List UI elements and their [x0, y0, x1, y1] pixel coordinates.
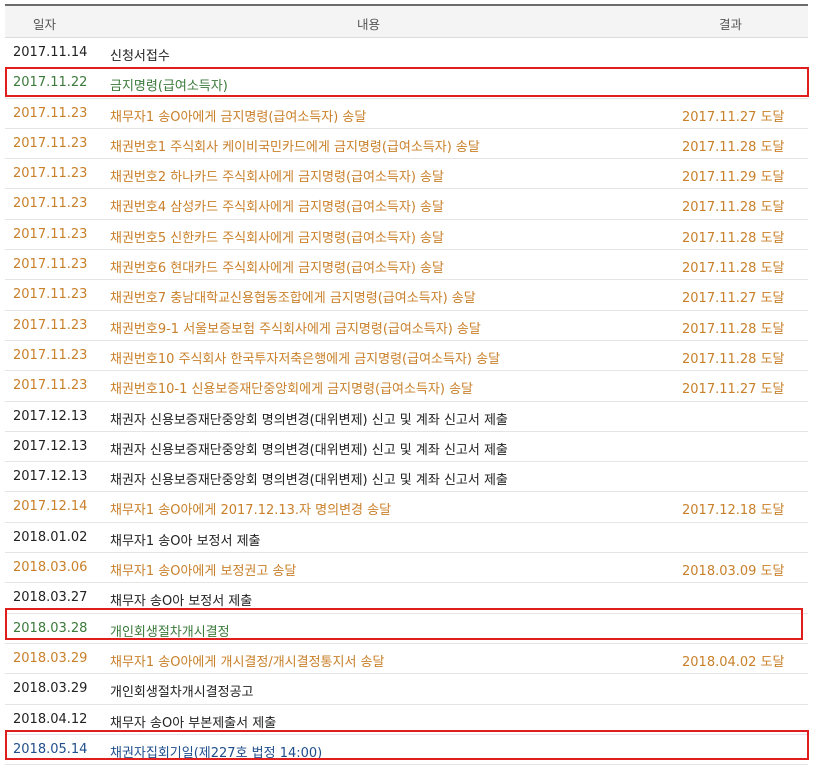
- table-row: 2017.11.23 채권번호6 현대카드 주식회사에게 금지명령(급여소득자) …: [5, 250, 808, 281]
- row-content: 채무자1 송O아에게 금지명령(급여소득자) 송달: [110, 109, 367, 125]
- table-row: 2018.03.29 채무자1 송O아에게 개시결정/개시결정통지서 송달 2018…: [5, 644, 808, 675]
- row-content: 채권자 신용보증재단중앙회 명의변경(대위변제) 신고 및 계좌 신고서 제출: [110, 442, 508, 458]
- header-content: 내용: [357, 17, 381, 32]
- row-result: 2017.11.27 도달: [682, 291, 785, 307]
- table-row: 2018.03.28 개인회생절차개시결정: [5, 614, 808, 644]
- row-date: 2017.11.22: [13, 75, 88, 91]
- row-content: 신청서접수: [110, 49, 170, 64]
- row-content: 채무자1 송O아에게 보정권고 송달: [110, 564, 297, 580]
- table-row: 2017.11.23 채권번호1 주식회사 케이비국민카드에게 금지명령(급여소득…: [5, 129, 808, 160]
- table-row: 2017.11.14 신청서접수: [5, 38, 808, 69]
- row-date: 2017.11.23: [13, 105, 88, 121]
- table-header: 일자 내용 결과: [5, 6, 808, 38]
- row-date: 2017.11.23: [13, 135, 88, 151]
- row-content: 채권자 신용보증재단중앙회 명의변경(대위변제) 신고 및 계좌 신고서 제출: [110, 412, 508, 428]
- table-row: 2018.03.06 채무자1 송O아에게 보정권고 송달 2018.03.09 도…: [5, 553, 808, 584]
- row-date: 2017.11.23: [13, 378, 88, 394]
- row-content: 채무자1 송O아에게 2017.12.13.자 명의변경 송달: [110, 503, 392, 519]
- table-row: 2018.03.27 채무자 송O아 보정서 제출: [5, 583, 808, 614]
- row-result: 2017.11.27 도달: [682, 109, 785, 125]
- row-content: 금지명령(급여소득자): [110, 79, 228, 95]
- row-content: 채권번호1 주식회사 케이비국민카드에게 금지명령(급여소득자) 송달: [110, 139, 480, 155]
- row-content: 채권번호4 삼성카드 주식회사에게 금지명령(급여소득자) 송달: [110, 200, 444, 216]
- table-row: 2017.11.23 채권번호2 하나카드 주식회사에게 금지명령(급여소득자) …: [5, 159, 808, 190]
- table-row: 2017.11.23 채권번호10-1 신용보증재단중앙회에게 금지명령(급여소득…: [5, 371, 808, 402]
- table-row: 2017.11.23 채권번호10 주식회사 한국투자저축은행에게 금지명령(급여…: [5, 341, 808, 372]
- row-date: 2017.12.13: [13, 438, 88, 454]
- case-progress-table: 일자 내용 결과 2017.11.14 신청서접수 2017.11.22 금지명령(급…: [5, 4, 808, 765]
- row-date: 2018.01.02: [13, 529, 88, 545]
- row-result: 2017.11.28 도달: [682, 261, 785, 277]
- row-result: 2018.03.09 도달: [682, 564, 785, 580]
- row-content: 채권번호9-1 서울보증보험 주식회사에게 금지명령(급여소득자) 송달: [110, 321, 481, 337]
- row-date: 2018.03.27: [13, 590, 88, 606]
- row-date: 2018.03.29: [13, 650, 88, 666]
- row-date: 2017.12.13: [13, 469, 88, 485]
- row-result: 2017.11.28 도달: [682, 230, 785, 246]
- row-content: 채권번호7 충남대학교신용협동조합에게 금지명령(급여소득자) 송달: [110, 291, 476, 307]
- header-date: 일자: [33, 17, 57, 32]
- row-result: 2017.11.29 도달: [682, 170, 785, 186]
- table-row: 2017.11.23 채권번호9-1 서울보증보험 주식회사에게 금지명령(급여소…: [5, 311, 808, 341]
- row-date: 2017.11.14: [13, 45, 88, 60]
- row-date: 2017.11.23: [13, 226, 88, 242]
- row-result: 2017.11.28 도달: [682, 200, 785, 216]
- table-row: 2017.12.13 채권자 신용보증재단중앙회 명의변경(대위변제) 신고 및 …: [5, 402, 808, 432]
- row-content: 채권자 신용보증재단중앙회 명의변경(대위변제) 신고 및 계좌 신고서 제출: [110, 473, 508, 489]
- row-date: 2017.12.14: [13, 499, 88, 515]
- row-date: 2018.05.14: [13, 741, 88, 757]
- row-date: 2018.03.28: [13, 620, 88, 636]
- table-row: 2018.03.29 개인회생절차개시결정공고: [5, 674, 808, 705]
- row-result: 2017.11.28 도달: [682, 351, 785, 367]
- row-content: 채권자집회기일(제227호 법정 14:00): [110, 745, 323, 761]
- table-row: 2017.12.13 채권자 신용보증재단중앙회 명의변경(대위변제) 신고 및 …: [5, 462, 808, 493]
- row-result: 2017.12.18 도달: [682, 503, 785, 519]
- table-row: 2017.11.23 채권번호4 삼성카드 주식회사에게 금지명령(급여소득자) …: [5, 189, 808, 220]
- row-date: 2017.11.23: [13, 317, 88, 333]
- table-row: 2017.11.23 채무자1 송O아에게 금지명령(급여소득자) 송달 2017.…: [5, 99, 808, 129]
- row-content: 채권번호10 주식회사 한국투자저축은행에게 금지명령(급여소득자) 송달: [110, 351, 501, 367]
- row-date: 2017.11.23: [13, 166, 88, 182]
- table-row: 2018.05.14 채권자집회기일(제227호 법정 14:00): [5, 735, 808, 765]
- row-date: 2017.11.23: [13, 257, 88, 273]
- row-result: 2017.11.28 도달: [682, 321, 785, 337]
- row-date: 2017.12.13: [13, 408, 88, 424]
- row-date: 2018.04.12: [13, 711, 88, 727]
- table-row: 2018.04.12 채무자 송O아 부본제출서 제출: [5, 705, 808, 735]
- row-content: 개인회생절차개시결정공고: [110, 685, 254, 701]
- row-content: 채무자 송O아 보정서 제출: [110, 594, 253, 610]
- table-row: 2017.11.23 채권번호7 충남대학교신용협동조합에게 금지명령(급여소득자…: [5, 280, 808, 311]
- row-date: 2018.03.29: [13, 681, 88, 697]
- row-content: 채무자 송O아 부본제출서 제출: [110, 715, 277, 731]
- row-result: 2017.11.28 도달: [682, 139, 785, 155]
- row-date: 2017.11.23: [13, 287, 88, 303]
- row-result: 2017.11.27 도달: [682, 382, 785, 398]
- row-content: 개인회생절차개시결정: [110, 624, 230, 640]
- table-row: 2017.12.13 채권자 신용보증재단중앙회 명의변경(대위변제) 신고 및 …: [5, 432, 808, 463]
- row-content: 채권번호10-1 신용보증재단중앙회에게 금지명령(급여소득자) 송달: [110, 382, 474, 398]
- header-result: 결과: [719, 17, 743, 32]
- table-row: 2017.12.14 채무자1 송O아에게 2017.12.13.자 명의변경 송…: [5, 492, 808, 523]
- table-row: 2018.01.02 채무자1 송O아 보정서 제출: [5, 523, 808, 554]
- row-content: 채권번호5 신한카드 주식회사에게 금지명령(급여소득자) 송달: [110, 230, 444, 246]
- table-body: 2017.11.14 신청서접수 2017.11.22 금지명령(급여소득자) 2017…: [5, 38, 808, 765]
- row-date: 2017.11.23: [13, 196, 88, 212]
- row-result: 2018.04.02 도달: [682, 654, 785, 670]
- row-date: 2018.03.06: [13, 560, 88, 576]
- table-row: 2017.11.23 채권번호5 신한카드 주식회사에게 금지명령(급여소득자) …: [5, 220, 808, 251]
- row-content: 채권번호2 하나카드 주식회사에게 금지명령(급여소득자) 송달: [110, 170, 444, 186]
- row-content: 채무자1 송O아에게 개시결정/개시결정통지서 송달: [110, 654, 385, 670]
- row-content: 채권번호6 현대카드 주식회사에게 금지명령(급여소득자) 송달: [110, 261, 444, 277]
- row-date: 2017.11.23: [13, 347, 88, 363]
- row-content: 채무자1 송O아 보정서 제출: [110, 533, 261, 549]
- table-row: 2017.11.22 금지명령(급여소득자): [5, 68, 808, 99]
